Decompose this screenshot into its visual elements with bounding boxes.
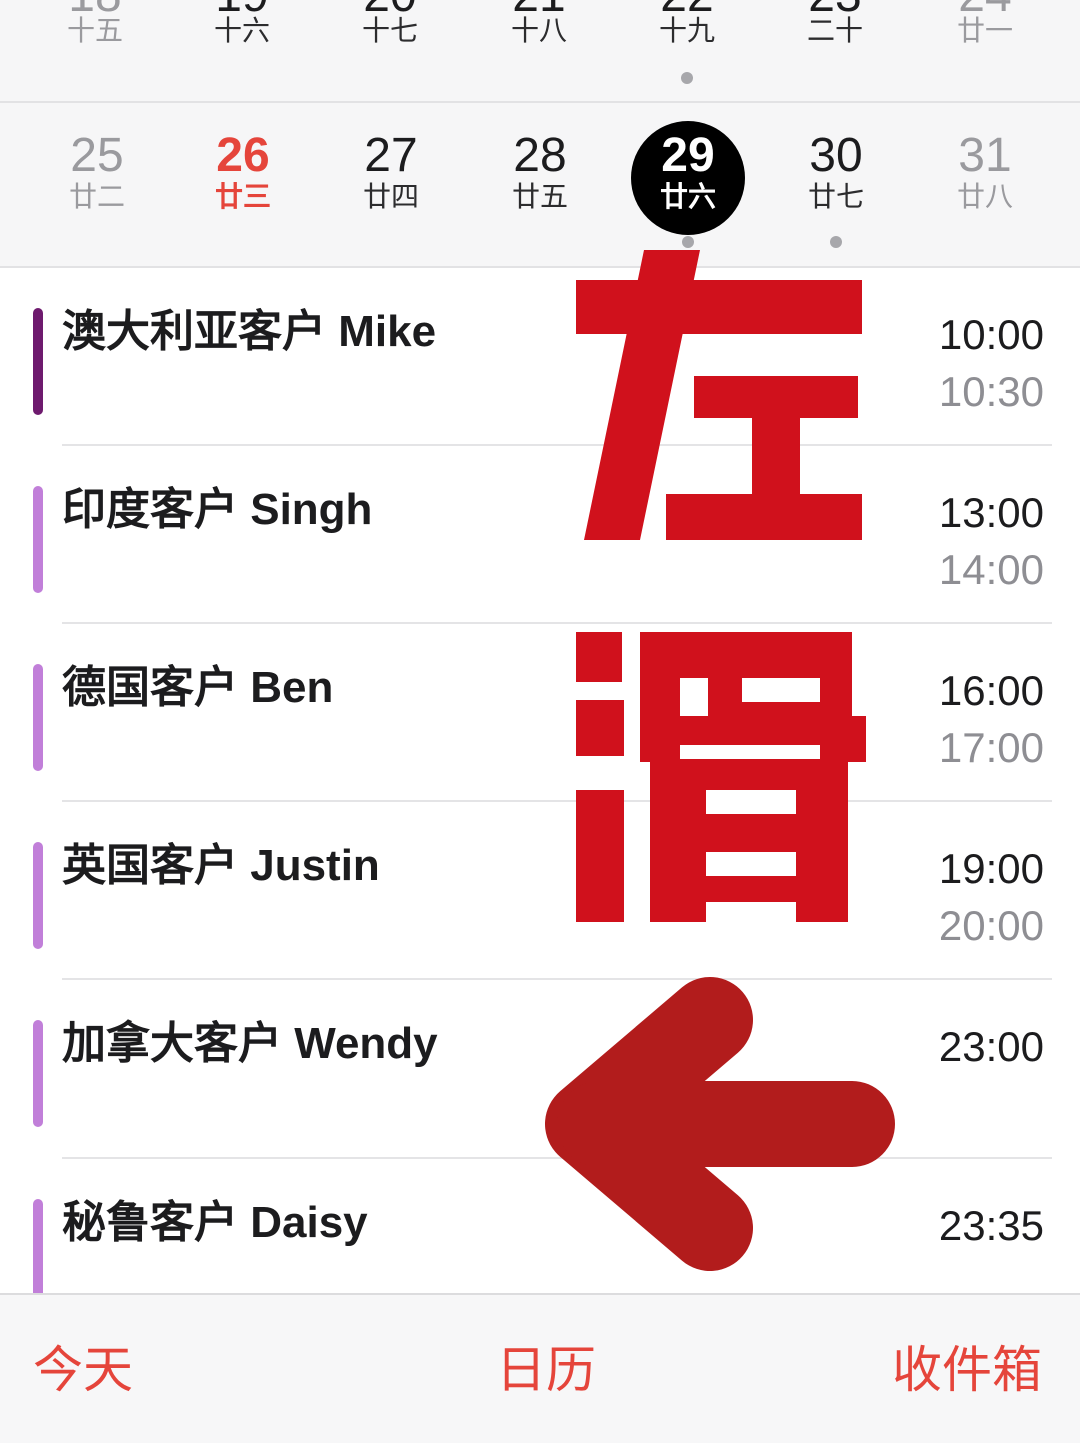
tab-today[interactable]: 今天: [33, 1345, 133, 1395]
tab-calendars[interactable]: 日历: [496, 1345, 596, 1395]
tab-bar: 今天 日历 收件箱: [0, 1293, 1080, 1443]
overlay-char-left: [576, 250, 862, 540]
arrow-left-icon: [545, 977, 895, 1271]
tab-inbox[interactable]: 收件箱: [892, 1345, 1042, 1395]
swipe-left-overlay: [545, 250, 895, 1271]
overlay-char-slide: [576, 632, 866, 922]
calendar-screen: 18 十五 19 十六 20 十七 21 十八 22 十九 23 二十 24 廿…: [0, 0, 1080, 1443]
